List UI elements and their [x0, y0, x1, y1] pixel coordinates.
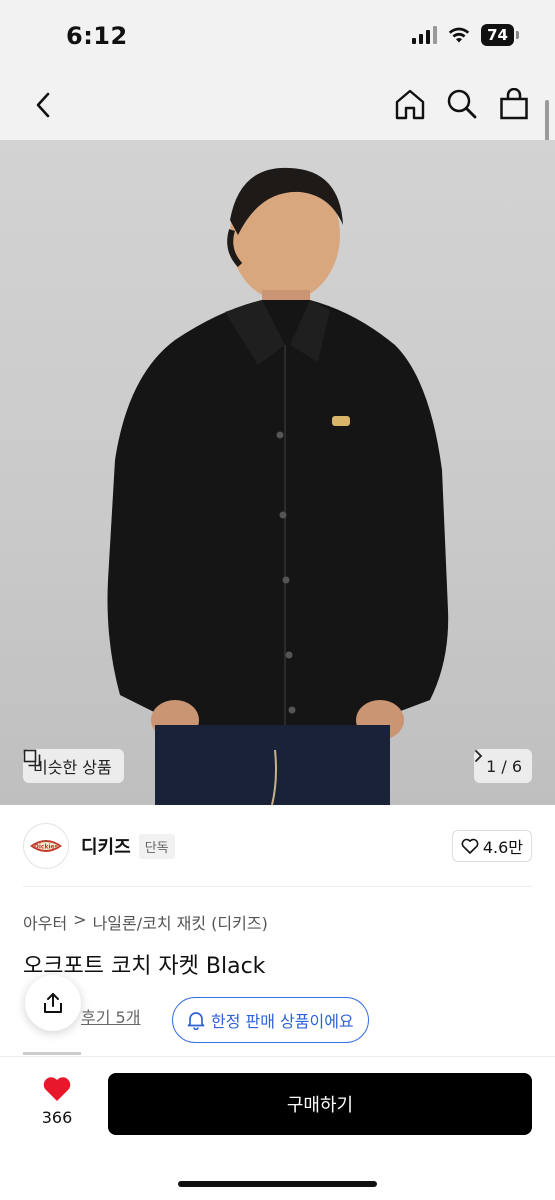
search-button[interactable]	[445, 85, 479, 123]
chevron-right-icon	[475, 750, 483, 762]
status-bar: 6:12 74	[0, 0, 555, 70]
nav-actions	[393, 85, 531, 123]
cellular-signal-icon	[412, 26, 438, 44]
heart-filled-icon	[43, 1077, 71, 1101]
home-button[interactable]	[393, 85, 427, 123]
brand-like-count: 4.6만	[482, 838, 523, 857]
model-photo	[107, 167, 449, 805]
breadcrumb: 아우터 > 나일론/코치 재킷 (디키즈)	[23, 910, 268, 934]
wifi-icon	[448, 27, 470, 43]
brand-logo[interactable]: Dickies	[23, 823, 69, 869]
exclusive-badge: 단독	[138, 833, 175, 859]
back-button[interactable]	[26, 87, 60, 123]
image-page-counter[interactable]: 1 / 6	[474, 749, 532, 783]
bell-icon	[187, 1012, 205, 1030]
page-counter-label: 1 / 6	[486, 756, 522, 776]
shopping-bag-icon	[500, 88, 528, 120]
breadcrumb-separator: >	[73, 910, 87, 929]
divider	[23, 886, 532, 887]
status-time: 6:12	[66, 22, 128, 50]
brand-name[interactable]: 디키즈	[81, 833, 131, 859]
brand-like-button[interactable]: 4.6만	[451, 830, 532, 862]
like-count: 366	[41, 1108, 73, 1127]
share-icon	[44, 993, 62, 1013]
chevron-left-icon	[36, 92, 50, 118]
bottom-action-bar: 366 구매하기	[0, 1056, 555, 1200]
home-icon	[395, 89, 425, 120]
review-link[interactable]: 후기 5개	[81, 1004, 140, 1028]
limited-sale-badge[interactable]: 한정 판매 상품이에요	[172, 997, 369, 1043]
brand-logo-text: Dickies	[34, 844, 59, 851]
share-button[interactable]	[25, 975, 81, 1031]
cart-button[interactable]	[497, 85, 531, 123]
tab-indicator	[23, 1052, 81, 1055]
brand-row: Dickies 디키즈 단독 4.6만	[23, 820, 532, 872]
review-row: 후기 5개 한정 판매 상품이에요	[23, 975, 532, 1044]
status-icons: 74	[412, 24, 519, 46]
search-icon	[447, 89, 477, 119]
battery-level: 74	[481, 24, 514, 46]
home-indicator	[178, 1181, 377, 1187]
similar-products-button[interactable]: 비슷한 상품	[23, 749, 124, 783]
similar-items-icon	[23, 749, 41, 767]
breadcrumb-outer[interactable]: 아우터	[23, 910, 67, 934]
product-image[interactable]: 비슷한 상품 1 / 6	[0, 140, 555, 805]
like-button[interactable]: 366	[36, 1075, 78, 1127]
nav-bar	[0, 70, 555, 140]
dickies-logo-icon: Dickies	[30, 840, 62, 852]
breadcrumb-category[interactable]: 나일론/코치 재킷 (디키즈)	[93, 910, 268, 934]
heart-outline-icon	[461, 838, 479, 854]
limited-sale-label: 한정 판매 상품이에요	[211, 1012, 354, 1031]
buy-button[interactable]: 구매하기	[108, 1073, 532, 1135]
battery-icon: 74	[481, 24, 519, 46]
similar-products-label: 비슷한 상품	[33, 758, 112, 777]
